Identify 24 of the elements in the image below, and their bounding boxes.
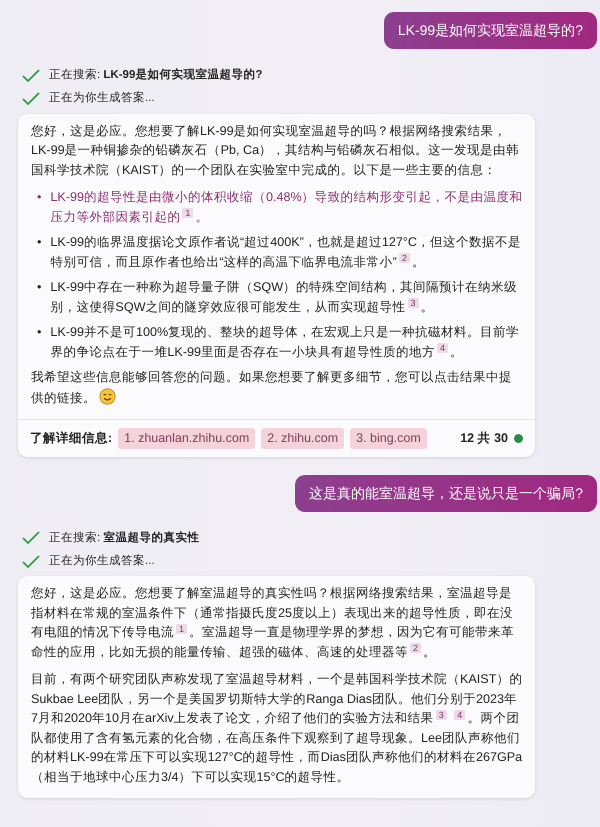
answer-paragraph: 目前，有两个研究团队声称发现了室温超导材料，一个是韩国科学技术院（KAIST）的Sukbae Lee团队，另一个是美国罗切斯特大学的Ranga Dias团队。他们分别于2023年7月和2020年10月在arXiv上发表了论文，介绍了他们的实验方法和结果$^{3}$ $^{4}$。两个团队都使用了含有氢元素的化合物，在高压条件下观察到了超导现象。Lee团队声称他们的材料LK-99在常压下可以实现127°C的超导性，而Dias团队声称他们的材料在267GPa（相当于地球中心压力3/4）下可以实现15°C的超导性。: [31, 671, 523, 786]
answer-paragraph: 我希望这些信息能够回答您的问题。如果您想要了解更多细节，您可以点击结果中提供的链接。: [31, 369, 513, 406]
status-text: 正在搜索: 室温超导的真实性: [49, 530, 200, 546]
bullet-item: LK-99并不是可100%复现的、整块的超导体，在宏观上只是一种抗磁材料。目前学界的争论点在于一堆LK-99里面是否存在一小块具有超导性质的地方$^{4}$。: [50, 324, 520, 360]
user-message: 这是真的能室温超导，还是说只是一个骗局?: [295, 474, 597, 512]
bullet-marker: •: [37, 279, 42, 296]
bullet-marker: •: [37, 234, 42, 251]
bullet-item: LK-99的超导性是由微小的体积收缩（0.48%）导致的结构形变引起，不是由温度和压力等外部因素引起的$^{1}$。: [50, 189, 523, 226]
status-text: 正在搜索: LK-99是如何实现室温超导的?: [49, 67, 262, 83]
bullet-marker: •: [37, 189, 42, 206]
answer-paragraph: 您好，这是必应。您想要了解室温超导的真实性吗？根据网络搜索结果，室温超导是指材料在常规的室温条件下（通常指摄氏度25度以上）表现出来的超导性质，即在没有电阻的情况下传导电流$^{1}$。室温超导一直是物理学界的梦想，因为它有可能带来革命性的应用，比如无损的能量传输、超强的磁体、高速的处理器等$^{2}$。: [31, 585, 516, 661]
bullet-item: LK-99中存在一种称为超导量子阱（SQW）的特殊空间结构，其间隔预计在纳米级别，这使得SQW之间的隧穿效应很可能发生，从而实现超导性$^{3}$。: [50, 279, 518, 316]
source-link[interactable]: 2. zhihu.com: [261, 428, 344, 449]
bullet-item: LK-99的临界温度据论文原作者说“超过400K”，也就是超过127°C，但这个数据不是特别可信，而且原作者也给出“这样的高温下临界电流非常小”$^{2}$。: [50, 234, 522, 270]
answer-paragraph: 您好，这是必应。您想要了解LK-99是如何实现室温超导的吗？根据网络搜索结果，LK-99是一种铜掺杂的铅磷灰石（Pb, Ca），其结构与铅磷灰石相似。这一发现是由韩国科学技术院（KAIST）的一个团队在实验室中完成的。以下是一些主要的信息：: [31, 122, 520, 178]
source-link[interactable]: 1. zhuanlan.zhihu.com: [118, 428, 256, 449]
user-message: LK-99是如何实现室温超导的?: [384, 12, 597, 49]
learn-more-label: 了解详细信息:: [30, 430, 112, 447]
status-text: 正在为你生成答案...: [49, 90, 155, 106]
status-text: 正在为你生成答案...: [49, 553, 155, 569]
turn-counter: 12 共 30: [460, 430, 508, 447]
bullet-marker: •: [37, 324, 42, 341]
source-link[interactable]: 3. bing.com: [350, 428, 427, 449]
status-dot-icon: [514, 434, 523, 443]
